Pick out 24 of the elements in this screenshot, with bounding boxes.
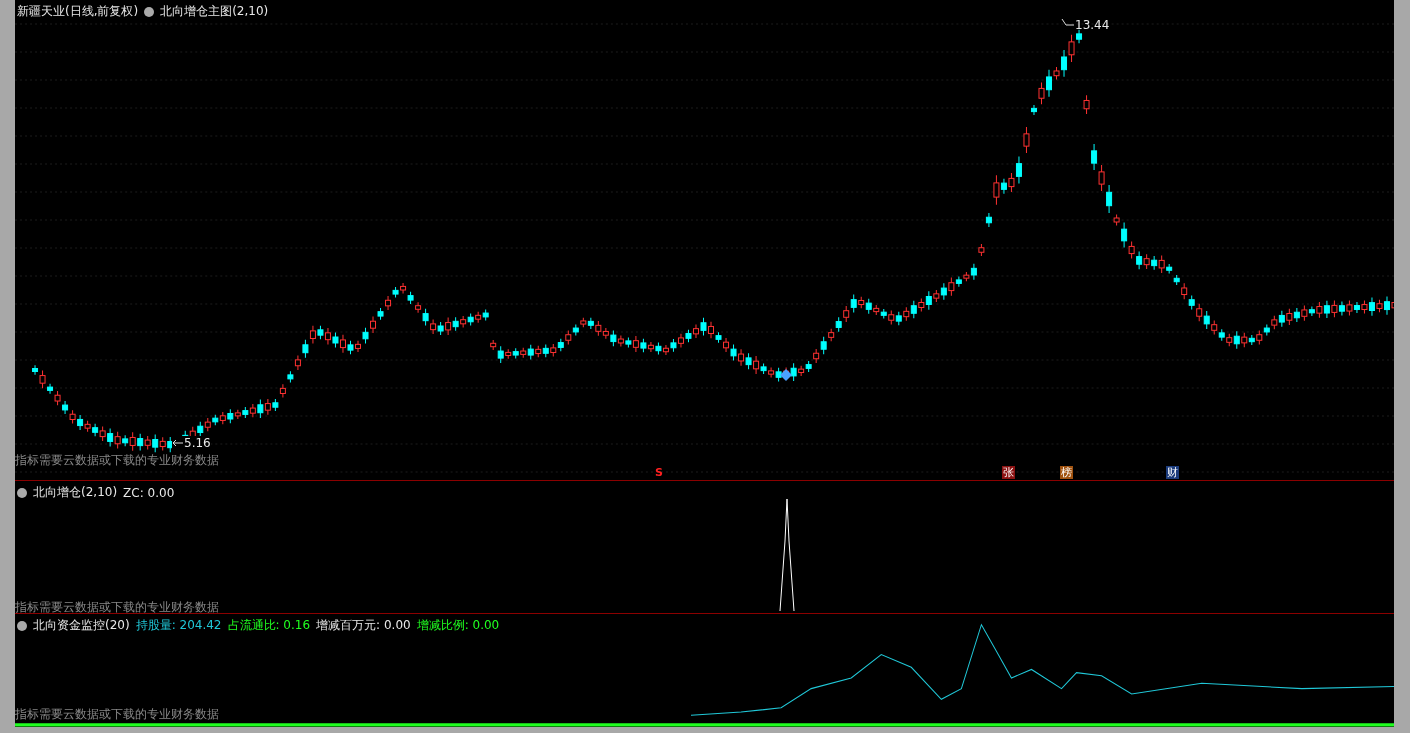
indicator-name: 北向增仓(2,10)	[33, 484, 118, 501]
event-tag: 张	[1002, 466, 1015, 479]
notice-text: 指标需要云数据或下载的专业财务数据	[15, 599, 219, 616]
indicator-reading: 持股量: 204.42	[135, 617, 222, 634]
toggle-icon[interactable]	[17, 620, 27, 631]
notice-text: 指标需要云数据或下载的专业财务数据	[15, 706, 219, 723]
event-tag: 榜	[1060, 466, 1073, 479]
indicator-reading: 增减百万元: 0.00	[316, 617, 411, 634]
toggle-icon[interactable]	[17, 487, 27, 498]
event-tag: 财	[1166, 466, 1179, 479]
high-price-label: 13.44	[1075, 18, 1110, 32]
signal-mark: S	[655, 466, 663, 479]
indicator-name: 北向增仓主图(2,10)	[160, 3, 269, 20]
diamond-icon	[780, 369, 792, 381]
notice-text: 指标需要云数据或下载的专业财务数据	[15, 452, 219, 469]
indicator-reading: 占流通比: 0.16	[227, 617, 311, 634]
low-price-label: 5.16	[184, 436, 211, 450]
leader-line	[1061, 18, 1075, 28]
indicator-reading: ZC: 0.00	[123, 485, 175, 500]
toggle-icon[interactable]	[144, 6, 155, 17]
indicator-reading: 增减比例: 0.00	[416, 617, 500, 634]
stock-name: 新疆天业(日线,前复权)	[17, 3, 139, 20]
arrow-icon	[172, 439, 184, 447]
indicator-name: 北向资金监控(20)	[33, 617, 130, 634]
